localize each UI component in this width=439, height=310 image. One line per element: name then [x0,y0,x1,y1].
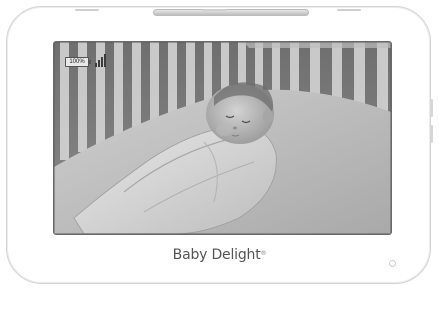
side-button[interactable] [430,125,433,143]
power-indicator-icon [389,260,396,267]
top-edge-mark [337,9,361,11]
side-button[interactable] [430,99,433,117]
brand-name: Baby Delight [172,247,261,263]
brand-logo: Baby Delight® [0,247,439,263]
video-feed-screen: 100% [53,41,392,235]
baby-video-feed-image [54,42,391,234]
battery-level-label: 100% [69,59,85,65]
top-edge-mark [75,9,99,11]
top-camera-slot [153,9,309,16]
battery-icon: 100% [65,57,91,67]
status-bar: 100% [65,54,106,67]
registered-mark: ® [260,250,267,257]
top-edge-mark [202,9,226,11]
signal-strength-icon [95,54,106,67]
